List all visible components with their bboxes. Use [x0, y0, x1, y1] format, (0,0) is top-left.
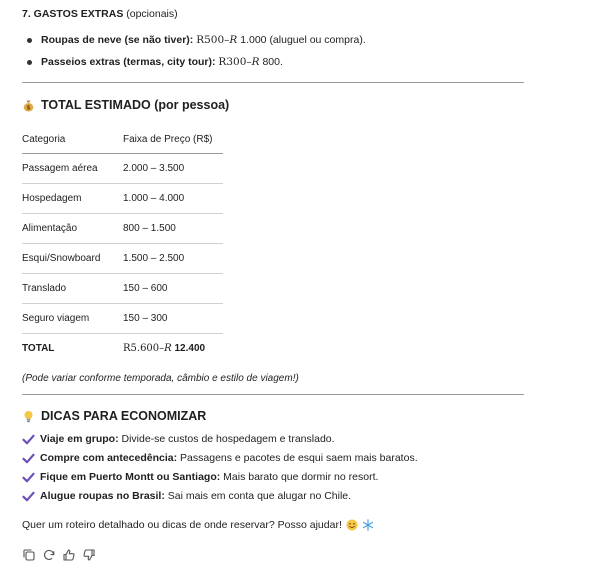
tips-heading-text: DICAS PARA ECONOMIZAR [41, 409, 207, 423]
math-expression: R500–R [196, 34, 237, 46]
table-row: Seguro viagem 150 – 300 [22, 303, 223, 334]
extras-item-tail: 1.000 (aluguel ou compra). [237, 34, 366, 46]
thumbs-up-icon[interactable] [62, 548, 76, 562]
category-cell: Passagem aérea [22, 153, 123, 184]
tip-rest: Mais barato que dormir no resort. [220, 471, 379, 483]
regenerate-icon[interactable] [42, 548, 56, 562]
total-label: TOTAL [22, 343, 55, 354]
check-icon [22, 433, 35, 446]
list-item: Viaje em grupo: Divide-se custos de hosp… [22, 433, 524, 452]
message-content: 7. GASTOS EXTRAS (opcionais) Roupas de n… [22, 8, 524, 531]
question-text: Quer um roteiro detalhado ou dicas de on… [22, 519, 342, 531]
tip-bold: Alugue roupas no Brasil: [40, 490, 165, 502]
list-item: Compre com antecedência: Passagens e pac… [22, 452, 524, 471]
check-icon [22, 471, 35, 484]
total-value: R5.600–R 12.400 [123, 334, 223, 364]
math-value: 5.600– [130, 343, 165, 354]
price-cell: 150 – 600 [123, 273, 223, 304]
extras-heading: 7. GASTOS EXTRAS (opcionais) [22, 8, 524, 20]
list-item: Fique em Puerto Montt ou Santiago: Mais … [22, 471, 524, 490]
extras-item-label: Passeios extras (termas, city tour): [41, 56, 216, 68]
table-row: Passagem aérea 2.000 – 3.500 [22, 153, 223, 184]
table-row: Esqui/Snowboard 1.500 – 2.500 [22, 243, 223, 274]
extras-item-label: Roupas de neve (se não tiver): [41, 34, 194, 46]
math-expression: R5.600–R [123, 343, 172, 354]
math-value: 300– [226, 56, 252, 68]
tip-rest: Passagens e pacotes de esqui saem mais b… [177, 452, 418, 464]
category-cell: Esqui/Snowboard [22, 243, 123, 274]
tips-list: Viaje em grupo: Divide-se custos de hosp… [22, 433, 524, 509]
divider [22, 82, 524, 83]
divider [22, 394, 524, 395]
list-item: Alugue roupas no Brasil: Sai mais em con… [22, 490, 524, 509]
money-bag-icon: $ [22, 99, 35, 112]
extras-list: Roupas de neve (se não tiver): R500–R 1.… [22, 34, 524, 78]
price-cell: 800 – 1.500 [123, 213, 223, 244]
svg-text:$: $ [26, 104, 30, 111]
category-cell: Hospedagem [22, 183, 123, 214]
total-heading-text: TOTAL ESTIMADO (por pessoa) [41, 98, 230, 112]
column-header: Categoria [22, 125, 123, 154]
tip-bold: Viaje em grupo: [40, 433, 119, 445]
check-icon [22, 452, 35, 465]
extras-heading-bold: 7. GASTOS EXTRAS [22, 8, 124, 20]
category-cell: Translado [22, 273, 123, 304]
copy-icon[interactable] [22, 548, 36, 562]
snowflake-icon [362, 519, 374, 531]
math-r-italic: R [164, 343, 172, 354]
check-icon [22, 490, 35, 503]
category-cell: Alimentação [22, 213, 123, 244]
extras-heading-rest: (opcionais) [123, 8, 178, 20]
list-item: Roupas de neve (se não tiver): R500–R 1.… [22, 34, 524, 56]
math-r: R [196, 34, 205, 46]
lightbulb-icon [22, 410, 35, 423]
price-cell: 2.000 – 3.500 [123, 153, 223, 184]
follow-up-question: Quer um roteiro detalhado ou dicas de on… [22, 519, 524, 531]
tip-rest: Divide-se custos de hospedagem e transla… [118, 433, 335, 445]
tip-bold: Compre com antecedência: [40, 452, 178, 464]
smiley-icon [346, 519, 358, 531]
total-heading: $ TOTAL ESTIMADO (por pessoa) [22, 98, 524, 112]
category-cell: Seguro viagem [22, 303, 123, 334]
price-cell: 150 – 300 [123, 303, 223, 334]
column-header: Faixa de Preço (R$) [123, 125, 223, 154]
price-cell: 1.500 – 2.500 [123, 243, 223, 274]
list-item: Passeios extras (termas, city tour): R30… [22, 56, 524, 78]
tips-heading: DICAS PARA ECONOMIZAR [22, 409, 524, 423]
message-actions [22, 548, 96, 562]
price-cell: 1.000 – 4.000 [123, 183, 223, 214]
math-r-italic: R [251, 56, 260, 68]
math-expression: R300–R [218, 56, 259, 68]
total-tail: 12.400 [171, 343, 206, 354]
math-value: 500– [204, 34, 230, 46]
tip-bold: Fique em Puerto Montt ou Santiago: [40, 471, 221, 483]
note-text: (Pode variar conforme temporada, câmbio … [22, 373, 299, 384]
table-row: Hospedagem 1.000 – 4.000 [22, 183, 223, 214]
table-row: Translado 150 – 600 [22, 273, 223, 304]
table-row: Alimentação 800 – 1.500 [22, 213, 223, 244]
math-r: R [123, 343, 131, 354]
total-row: TOTAL R5.600–R 12.400 [22, 334, 223, 364]
estimate-table: Categoria Faixa de Preço (R$) Passagem a… [22, 125, 223, 363]
table-header-row: Categoria Faixa de Preço (R$) [22, 125, 223, 154]
tip-rest: Sai mais em conta que alugar no Chile. [164, 490, 352, 502]
thumbs-down-icon[interactable] [82, 548, 96, 562]
extras-item-tail: 800. [259, 56, 283, 68]
